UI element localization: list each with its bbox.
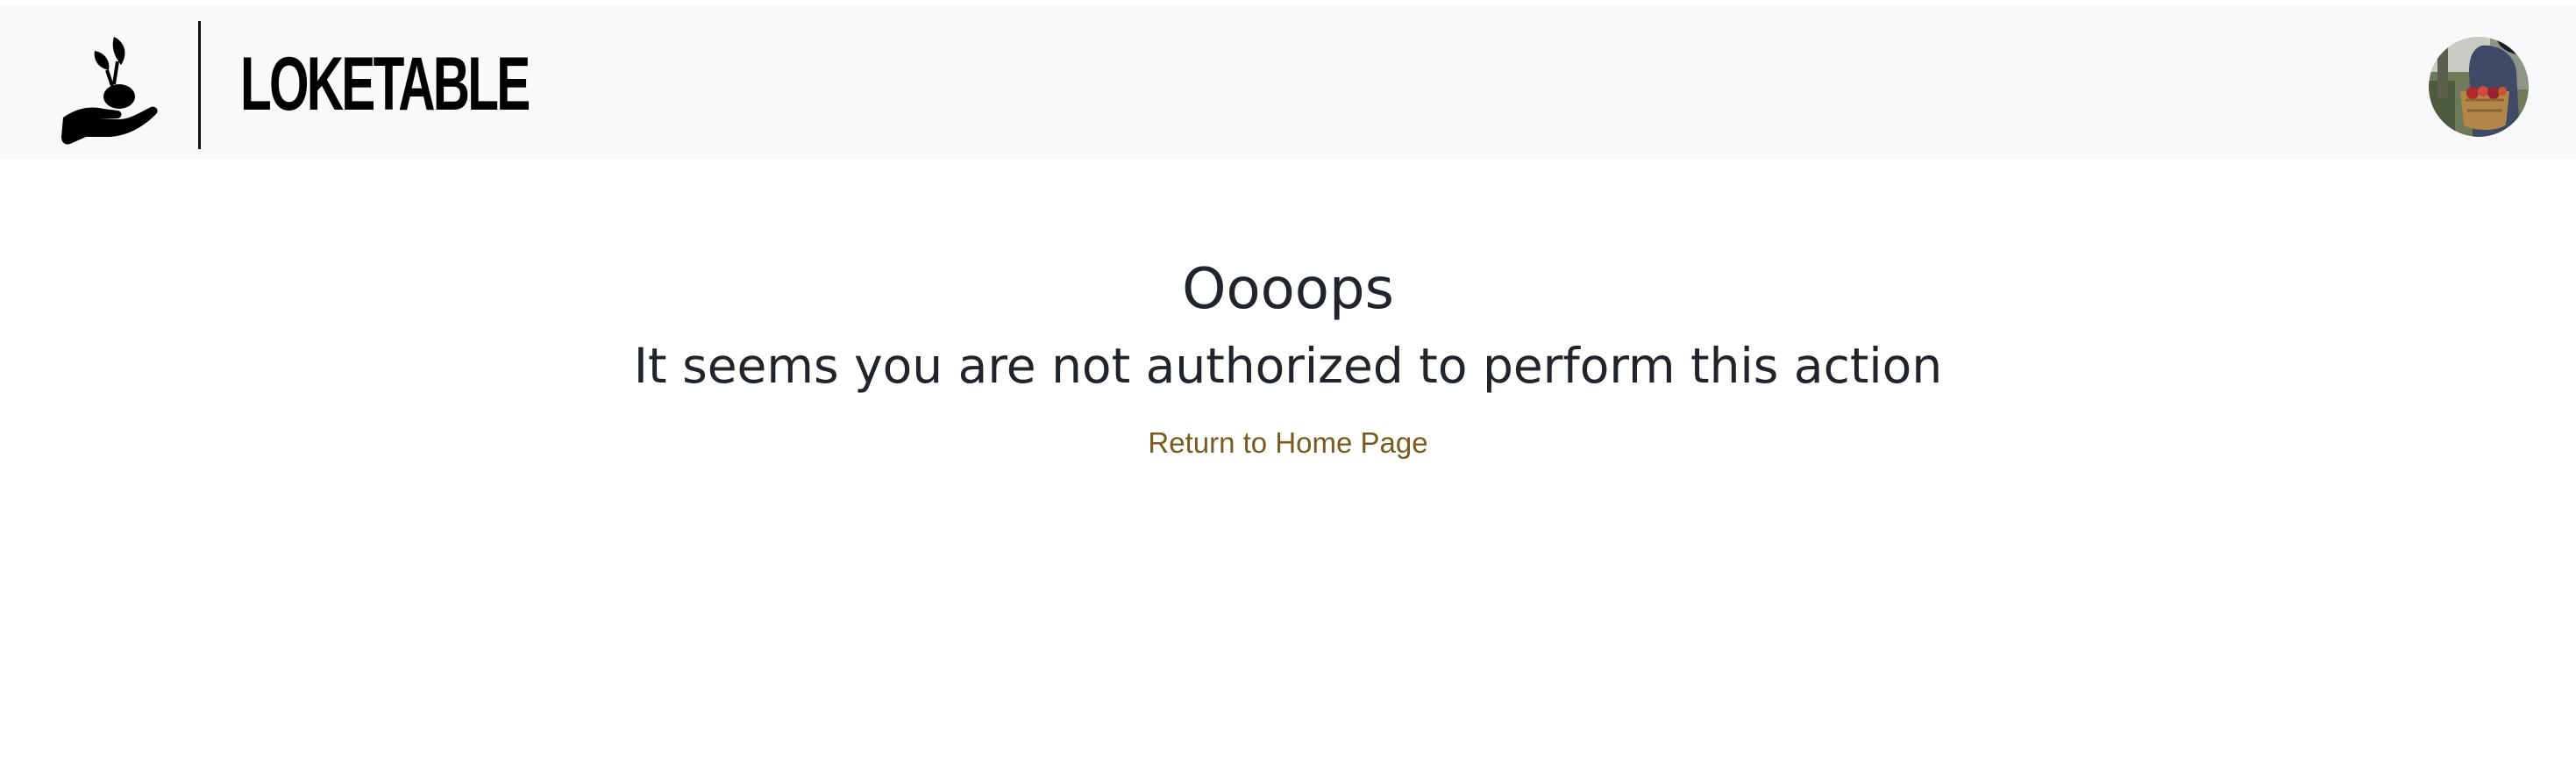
logo-divider [198,21,201,149]
home-link-container: Return to Home Page [0,425,2576,461]
top-navbar: LOKETABLE [0,5,2576,160]
return-home-link[interactable]: Return to Home Page [1148,426,1427,459]
user-avatar[interactable] [2429,37,2529,137]
error-title: Oooops [1182,257,1394,322]
brand-name: LOKETABLE [240,42,530,126]
hand-with-sprout-icon [61,37,158,145]
user-avatar-photo [2429,37,2529,137]
error-message: It seems you are not authorized to perfo… [633,338,1943,394]
